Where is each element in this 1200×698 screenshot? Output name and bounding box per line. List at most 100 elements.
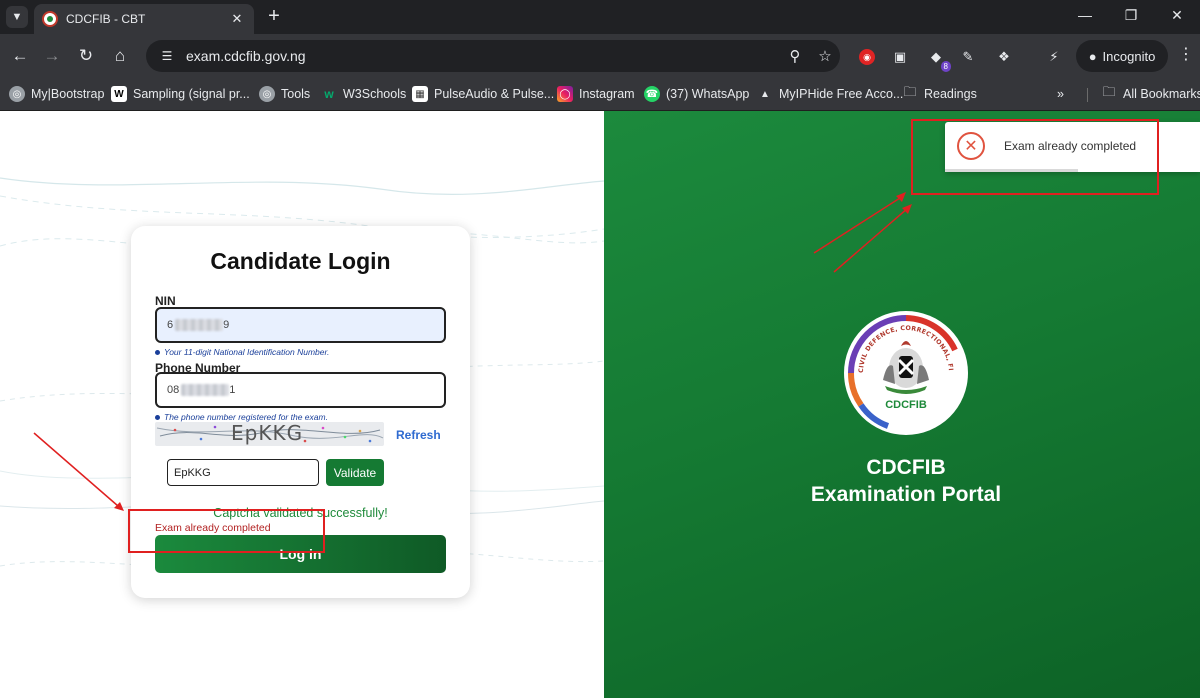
new-tab-plus-icon[interactable]: + bbox=[262, 5, 286, 29]
bookmark-label: (37) WhatsApp bbox=[666, 87, 750, 101]
captcha-success-message: Captcha validated successfully! bbox=[213, 506, 388, 520]
minimize-icon[interactable]: — bbox=[1062, 0, 1108, 30]
bookmark-item[interactable]: 🗀 Readings bbox=[902, 84, 977, 104]
page-icon: ▦ bbox=[412, 86, 428, 102]
nin-value-prefix: 6 bbox=[167, 319, 174, 331]
phone-input[interactable]: 08 1 bbox=[155, 372, 446, 408]
bookmark-label: PulseAudio & Pulse... bbox=[434, 87, 555, 101]
window-controls: — ❐ ✕ bbox=[1062, 0, 1200, 34]
bookmark-item[interactable]: ◯ Instagram bbox=[557, 84, 635, 104]
tab-close-icon[interactable]: ✕ bbox=[228, 11, 246, 27]
browser-tab-bar: ▼ CDCFIB - CBT ✕ + — ❐ ✕ bbox=[0, 0, 1200, 34]
captcha-image: EpKKG bbox=[155, 422, 384, 446]
bookmark-label: Readings bbox=[924, 87, 977, 101]
toast-message: Exam already completed bbox=[1004, 139, 1137, 153]
error-x-circle-icon: ✕ bbox=[957, 132, 985, 160]
bookmark-item[interactable]: W Sampling (signal pr... bbox=[111, 84, 250, 104]
login-pane: Candidate Login NIN 6 9 Your 11-digit Na… bbox=[0, 111, 604, 698]
browser-toolbar: ← → ↻ ⌂ ☰ exam.cdcfib.gov.ng ⚲ ☆ ◉ ▣ ◆ 8 … bbox=[0, 34, 1200, 78]
reload-icon[interactable]: ↻ bbox=[74, 44, 98, 68]
bookmark-item[interactable]: ▲ MyIPHide Free Acco... bbox=[757, 84, 903, 104]
phone-value-prefix: 08 bbox=[167, 384, 180, 396]
captcha-refresh-link[interactable]: Refresh bbox=[396, 428, 441, 442]
bookmark-label: Instagram bbox=[579, 87, 635, 101]
login-title: Candidate Login bbox=[210, 248, 391, 274]
page-viewport: Candidate Login NIN 6 9 Your 11-digit Na… bbox=[0, 111, 1200, 698]
globe-icon: ◎ bbox=[259, 86, 275, 102]
folder-icon: 🗀 bbox=[903, 84, 917, 99]
cdcfib-favicon-icon bbox=[42, 11, 58, 27]
back-arrow-icon[interactable]: ← bbox=[8, 44, 32, 68]
incognito-label: Incognito bbox=[1102, 48, 1156, 64]
portal-title-line1: CDCFIB bbox=[866, 456, 946, 479]
bookmarks-overflow-chevron-icon[interactable]: » bbox=[1057, 84, 1064, 104]
extension-badge-count: 8 bbox=[940, 61, 951, 72]
bookmark-item[interactable]: w W3Schools bbox=[321, 84, 406, 104]
info-dot-icon bbox=[155, 414, 160, 420]
nin-value-suffix: 9 bbox=[223, 319, 230, 331]
phone-hint-text: The phone number registered for the exam… bbox=[164, 412, 328, 422]
toast-progress-bar bbox=[945, 169, 1078, 172]
portal-branding-pane: CIVIL DEFENCE, CORRECTIONAL, FIRE AND IM… bbox=[604, 111, 1200, 698]
bookmark-item[interactable]: ▦ PulseAudio & Pulse... bbox=[412, 84, 554, 104]
tab-title: CDCFIB - CBT bbox=[66, 12, 146, 26]
error-toast[interactable]: ✕ Exam already completed bbox=[945, 122, 1200, 172]
bookmark-item[interactable]: ☎ (37) WhatsApp bbox=[644, 84, 749, 104]
login-error-message: Exam already completed bbox=[155, 522, 271, 534]
all-bookmarks-item[interactable]: 🗀 All Bookmarks bbox=[1101, 84, 1200, 104]
nin-label: NIN bbox=[155, 294, 176, 308]
all-bookmarks-label: All Bookmarks bbox=[1123, 87, 1200, 101]
cdcfib-crest-logo: CIVIL DEFENCE, CORRECTIONAL, FIRE AND IM… bbox=[843, 310, 968, 435]
logo-wordmark: CDCFIB bbox=[885, 399, 927, 411]
globe-icon: ◎ bbox=[9, 86, 25, 102]
w3schools-icon: w bbox=[324, 87, 334, 101]
incognito-profile-button[interactable]: ● Incognito bbox=[1076, 40, 1168, 72]
login-button[interactable]: Log in bbox=[155, 535, 446, 573]
zoom-icon[interactable]: ⚲ bbox=[780, 47, 810, 65]
phone-hint: The phone number registered for the exam… bbox=[155, 412, 328, 422]
validate-button[interactable]: Validate bbox=[326, 459, 384, 486]
browser-tab[interactable]: CDCFIB - CBT ✕ bbox=[34, 4, 254, 34]
adblock-extension-icon[interactable]: ◉ bbox=[859, 49, 875, 65]
close-window-icon[interactable]: ✕ bbox=[1154, 0, 1200, 30]
bookmarks-divider bbox=[1087, 88, 1088, 102]
nin-hint-text: Your 11-digit National Identification Nu… bbox=[164, 347, 330, 357]
forward-arrow-icon[interactable]: → bbox=[40, 44, 64, 68]
nin-input[interactable]: 6 9 bbox=[155, 307, 446, 343]
login-card: Candidate Login NIN 6 9 Your 11-digit Na… bbox=[131, 226, 470, 598]
instagram-icon: ◯ bbox=[557, 86, 573, 102]
spy-icon: ▲ bbox=[760, 88, 770, 100]
incognito-icon: ● bbox=[1088, 48, 1097, 64]
folder-icon: 🗀 bbox=[1102, 84, 1116, 99]
tab-search-chevron-icon[interactable]: ▼ bbox=[6, 6, 28, 28]
url-text[interactable]: exam.cdcfib.gov.ng bbox=[186, 48, 780, 64]
eyedropper-extension-icon[interactable]: ✎ bbox=[957, 46, 979, 68]
bookmark-item[interactable]: ◎ My|Bootstrap bbox=[9, 84, 104, 104]
address-bar[interactable]: ☰ exam.cdcfib.gov.ng ⚲ ☆ bbox=[146, 40, 840, 72]
restore-icon[interactable]: ❐ bbox=[1108, 0, 1154, 30]
phone-redaction bbox=[181, 384, 230, 396]
extension-badge-icon[interactable]: ◆ 8 bbox=[925, 46, 951, 72]
site-info-icon[interactable]: ☰ bbox=[152, 44, 182, 68]
phone-value-suffix: 1 bbox=[229, 384, 236, 396]
portal-title-line2: Examination Portal bbox=[810, 483, 1002, 506]
camera-extension-icon[interactable]: ▣ bbox=[889, 46, 911, 68]
bookmark-label: Sampling (signal pr... bbox=[133, 87, 250, 101]
bookmark-star-icon[interactable]: ☆ bbox=[810, 47, 840, 65]
wikipedia-icon: W bbox=[111, 86, 127, 102]
captcha-input[interactable]: EpKKG bbox=[167, 459, 319, 486]
bookmark-label: MyIPHide Free Acco... bbox=[779, 87, 904, 101]
portal-title: CDCFIB Examination Portal bbox=[604, 454, 1200, 508]
bookmark-item[interactable]: ◎ Tools bbox=[259, 84, 310, 104]
bookmark-label: Tools bbox=[281, 87, 311, 101]
bookmarks-bar: ◎ My|Bootstrap W Sampling (signal pr... ◎ T… bbox=[0, 78, 1200, 111]
home-icon[interactable]: ⌂ bbox=[108, 44, 132, 68]
bookmark-label: My|Bootstrap bbox=[31, 87, 105, 101]
extensions-puzzle-icon[interactable]: ❖ bbox=[993, 46, 1015, 68]
captcha-text: EpKKG bbox=[231, 422, 304, 445]
nin-hint: Your 11-digit National Identification Nu… bbox=[155, 347, 329, 357]
menu-kebab-icon[interactable]: ⋮ bbox=[1176, 44, 1196, 68]
bookmark-label: W3Schools bbox=[343, 87, 407, 101]
info-dot-icon bbox=[155, 349, 160, 355]
performance-icon[interactable]: ⚡ bbox=[1043, 46, 1065, 68]
